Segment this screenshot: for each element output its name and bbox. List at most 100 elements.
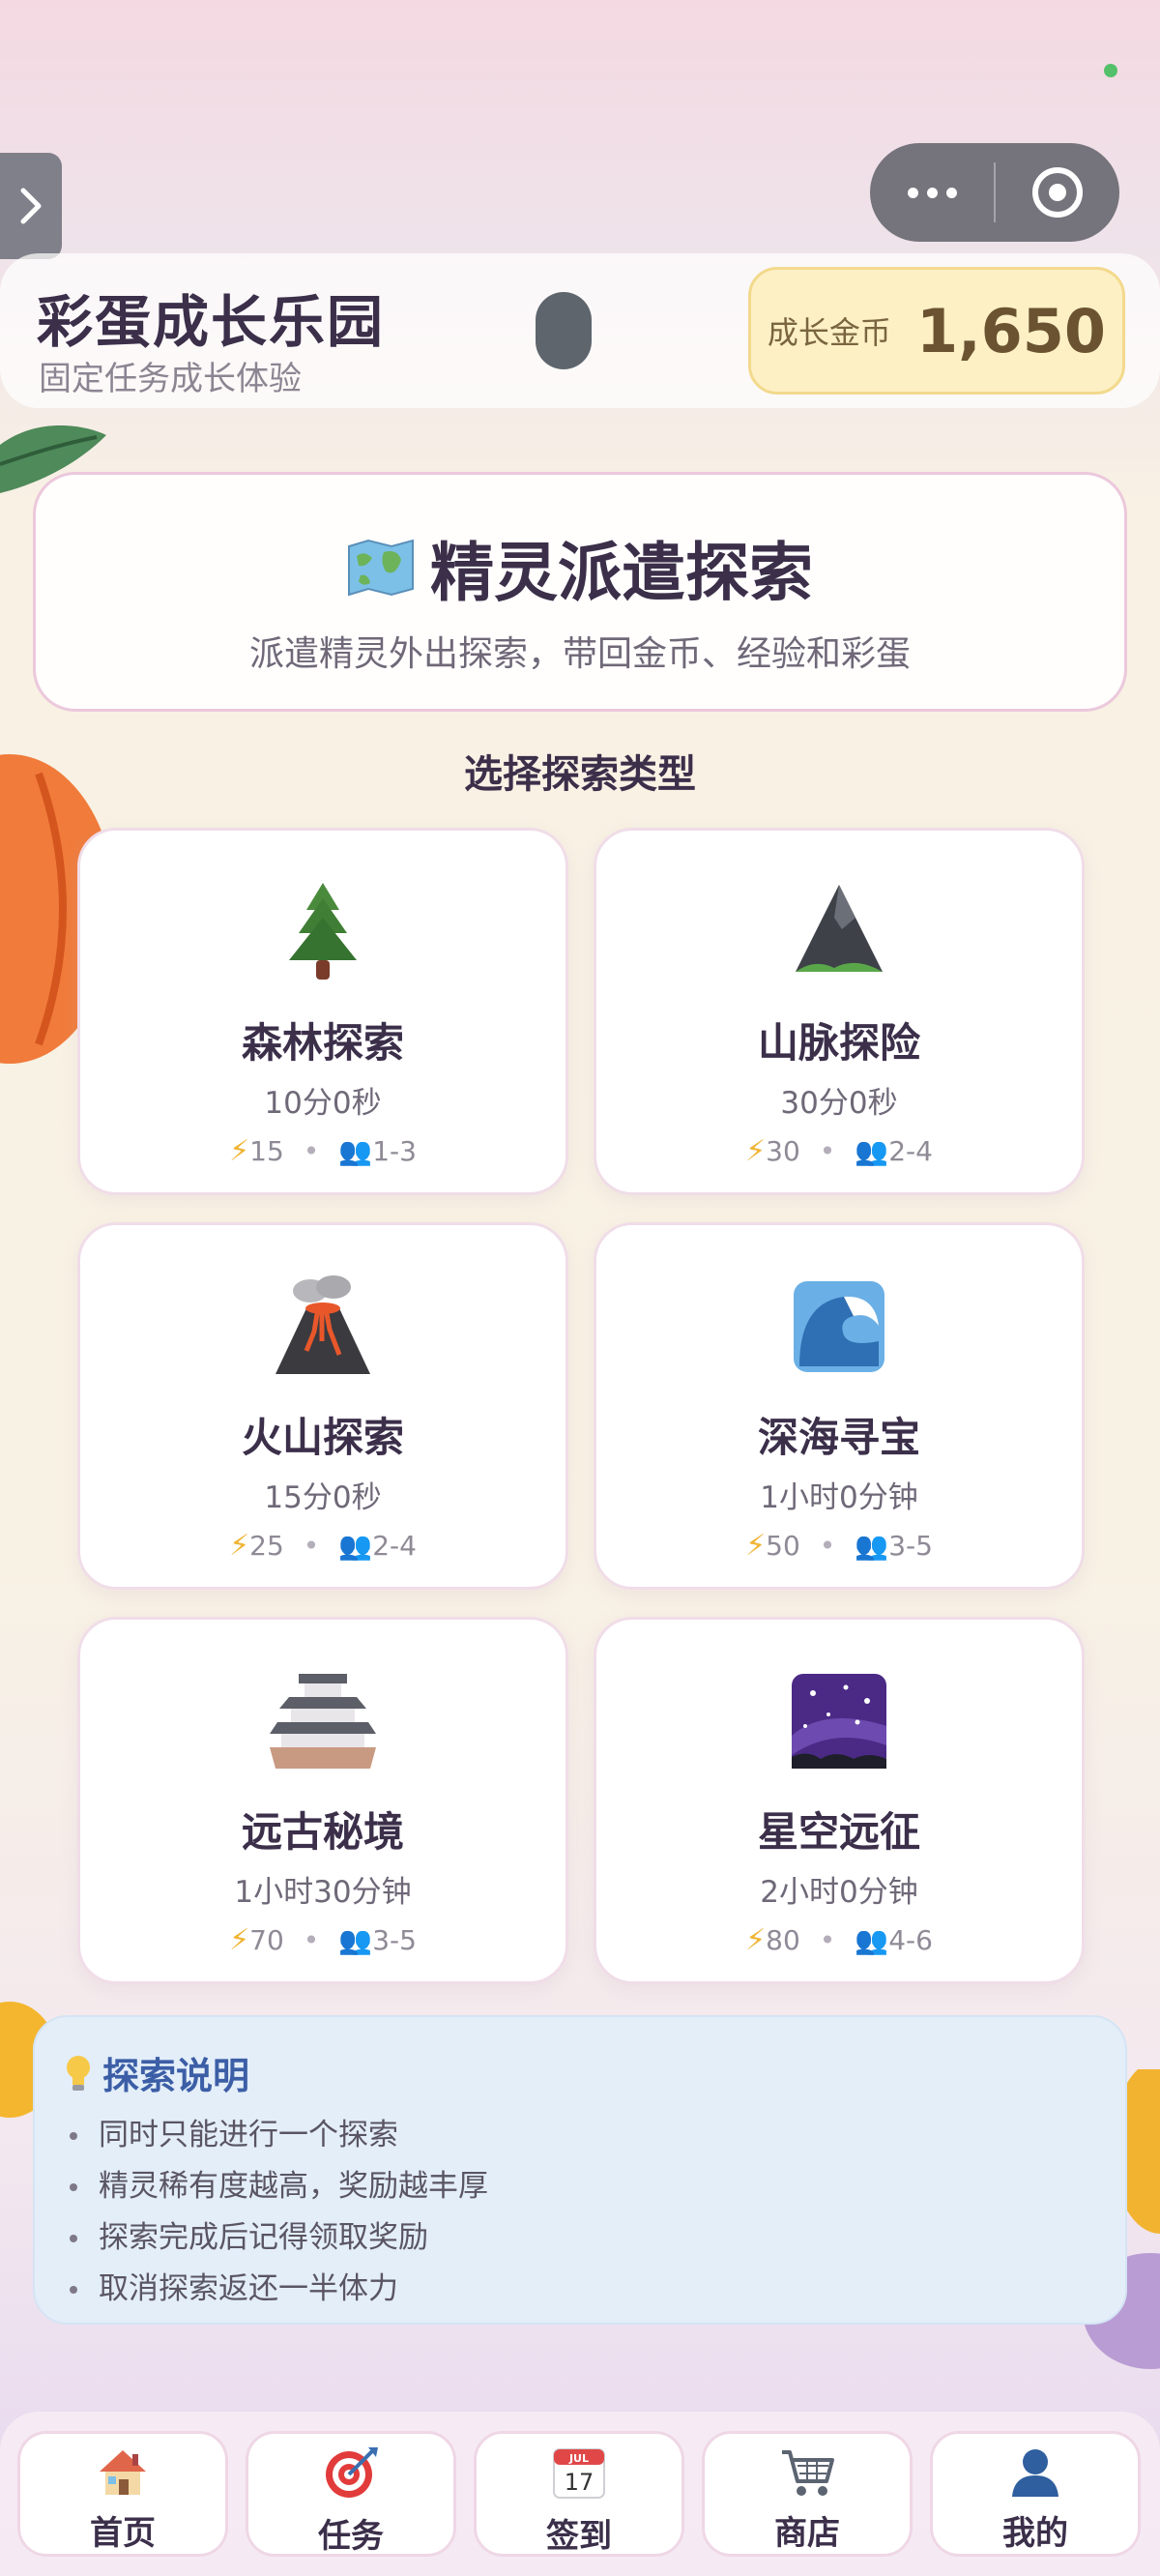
nav-label: 任务: [318, 2517, 384, 2556]
hero-subtitle: 派遣精灵外出探索，带回金币、经验和彩蛋: [248, 634, 911, 674]
energy-icon: ⚡: [745, 1134, 767, 1168]
target-circle-icon: [1032, 167, 1083, 218]
castle-icon: [270, 1674, 376, 1769]
energy-cost: 70: [249, 1924, 284, 1956]
spirit-count: 3-5: [888, 1530, 933, 1562]
nav-shop[interactable]: 商店: [702, 2431, 913, 2557]
card-duration: 1小时30分钟: [234, 1875, 412, 1910]
spirits-icon: 👥: [338, 1135, 373, 1167]
exploration-card-volcano[interactable]: 火山探索 15分0秒 ⚡25 • 👥2-4: [77, 1222, 568, 1590]
card-duration: 30分0秒: [780, 1086, 898, 1121]
separator-dot: •: [303, 1135, 320, 1167]
separator-dot: •: [303, 1924, 320, 1956]
spirit-count: 2-4: [372, 1530, 417, 1562]
info-item: 同时只能进行一个探索: [70, 2110, 488, 2161]
exploration-card-mountain[interactable]: 山脉探险 30分0秒 ⚡30 • 👥2-4: [594, 828, 1085, 1195]
side-expand-tab[interactable]: [0, 153, 62, 259]
exploration-card-starry-sky[interactable]: 星空远征 2小时0分钟 ⚡80 • 👥4-6: [594, 1617, 1085, 1984]
exploration-card-forest[interactable]: 森林探索 10分0秒 ⚡15 • 👥1-3: [77, 828, 568, 1195]
spirits-icon: 👥: [855, 1135, 889, 1167]
card-name: 火山探索: [241, 1414, 404, 1461]
cart-icon: [782, 2449, 834, 2496]
energy-icon: ⚡: [745, 1923, 767, 1957]
miniprogram-capsule: [870, 143, 1119, 242]
spirit-count: 3-5: [372, 1924, 417, 1956]
more-options-button[interactable]: [870, 143, 994, 242]
status-indicator: [1104, 64, 1117, 77]
more-dot-icon: [926, 187, 938, 198]
more-dot-icon: [945, 187, 957, 198]
info-item: 精灵稀有度越高，奖励越丰厚: [70, 2161, 488, 2212]
mountain-icon: [796, 885, 883, 972]
nav-home[interactable]: 首页: [17, 2431, 228, 2557]
energy-icon: ⚡: [745, 1529, 767, 1563]
card-name: 星空远征: [757, 1808, 920, 1856]
spirit-count: 1-3: [372, 1135, 417, 1167]
nav-label: 商店: [774, 2514, 840, 2553]
volcano-icon: [276, 1275, 370, 1374]
energy-icon: ⚡: [229, 1529, 250, 1563]
hero-title: 精灵派遣探索: [430, 536, 813, 610]
card-duration: 10分0秒: [264, 1086, 382, 1121]
section-title: 选择探索类型: [464, 752, 696, 797]
home-icon: [100, 2449, 146, 2495]
info-title: 探索说明: [102, 2055, 250, 2097]
user-icon: [1012, 2448, 1058, 2497]
spirits-icon: 👥: [855, 1924, 889, 1956]
energy-icon: ⚡: [229, 1923, 250, 1957]
app-subtitle: 固定任务成长体验: [39, 360, 302, 398]
nav-checkin[interactable]: JUL 17 签到: [474, 2431, 684, 2557]
calendar-month: JUL: [568, 2452, 589, 2465]
nav-label: 签到: [546, 2517, 612, 2556]
spirit-count: 2-4: [888, 1135, 933, 1167]
wave-icon: [794, 1281, 884, 1372]
energy-cost: 50: [766, 1530, 800, 1562]
nav-tasks[interactable]: 任务: [246, 2431, 456, 2557]
close-miniprogram-button[interactable]: [996, 167, 1119, 218]
pine-tree-icon: [289, 883, 357, 980]
drag-handle[interactable]: [536, 292, 592, 369]
starry-sky-icon: [792, 1674, 886, 1769]
lightbulb-icon: [67, 2055, 90, 2091]
target-icon: [326, 2447, 378, 2498]
energy-cost: 25: [249, 1530, 284, 1562]
hero-banner: 精灵派遣探索 派遣精灵外出探索，带回金币、经验和彩蛋: [33, 472, 1127, 712]
nav-profile[interactable]: 我的: [930, 2431, 1141, 2557]
exploration-card-deep-sea[interactable]: 深海寻宝 1小时0分钟 ⚡50 • 👥3-5: [594, 1222, 1085, 1590]
card-duration: 1小时0分钟: [760, 1480, 918, 1515]
card-duration: 2小时0分钟: [760, 1875, 918, 1910]
separator-dot: •: [303, 1530, 320, 1562]
energy-cost: 30: [766, 1135, 800, 1167]
energy-cost: 15: [249, 1135, 284, 1167]
more-dot-icon: [907, 187, 918, 198]
card-name: 远古秘境: [241, 1808, 404, 1856]
map-icon: [348, 539, 414, 597]
separator-dot: •: [819, 1924, 836, 1956]
separator-dot: •: [819, 1530, 836, 1562]
exploration-card-ancient-realm[interactable]: 远古秘境 1小时30分钟 ⚡70 • 👥3-5: [77, 1617, 568, 1984]
card-name: 深海寻宝: [757, 1414, 920, 1461]
exploration-info-panel: 探索说明 同时只能进行一个探索 精灵稀有度越高，奖励越丰厚 探索完成后记得领取奖…: [33, 2015, 1127, 2325]
card-duration: 15分0秒: [264, 1480, 382, 1515]
spirits-icon: 👥: [338, 1530, 373, 1562]
energy-cost: 80: [766, 1924, 800, 1956]
card-name: 山脉探险: [757, 1019, 920, 1067]
info-list: 同时只能进行一个探索 精灵稀有度越高，奖励越丰厚 探索完成后记得领取奖励 取消探…: [70, 2110, 488, 2315]
energy-icon: ⚡: [229, 1134, 250, 1168]
app-title: 彩蛋成长乐园: [37, 289, 386, 355]
nav-label: 首页: [90, 2514, 156, 2553]
calendar-icon: JUL 17: [553, 2448, 605, 2499]
spirits-icon: 👥: [338, 1924, 373, 1956]
spirit-count: 4-6: [888, 1924, 933, 1956]
coin-value: 1,650: [915, 295, 1107, 366]
chevron-right-icon: [20, 188, 42, 224]
separator-dot: •: [819, 1135, 836, 1167]
spirits-icon: 👥: [855, 1530, 889, 1562]
calendar-day: 17: [565, 2469, 594, 2496]
info-item: 取消探索返还一半体力: [70, 2264, 488, 2315]
coin-balance: 成长金币 1,650: [748, 267, 1125, 395]
nav-label: 我的: [1002, 2514, 1068, 2553]
card-name: 森林探索: [241, 1019, 404, 1067]
info-item: 探索完成后记得领取奖励: [70, 2212, 488, 2264]
coin-label: 成长金币: [767, 314, 891, 351]
